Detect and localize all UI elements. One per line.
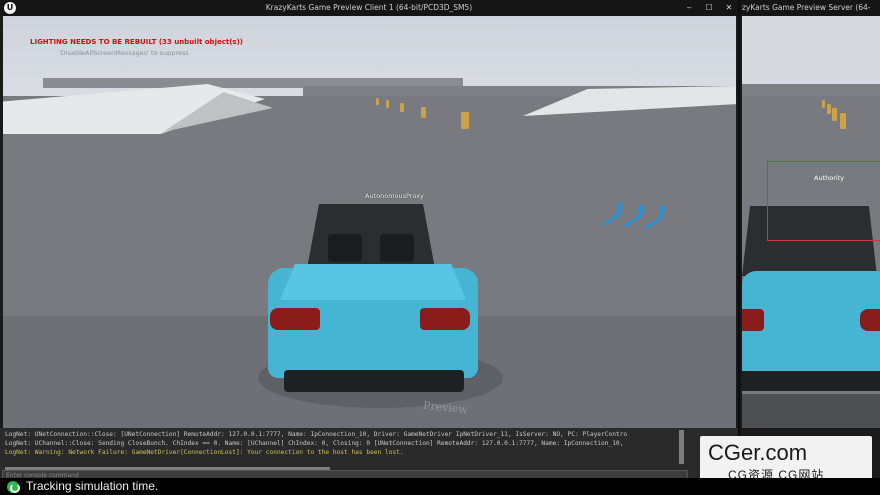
kart-seat	[328, 234, 362, 262]
cone	[400, 103, 404, 112]
autonomous-proxy-label: AutonomousProxy	[365, 192, 424, 200]
maximize-icon[interactable]: ☐	[704, 3, 714, 12]
console-log[interactable]: LogNet: UNetConnection::Close: [UNetConn…	[5, 430, 680, 457]
unreal-logo-icon: U	[4, 2, 16, 14]
client-titlebar[interactable]: U KrazyKarts Game Preview Client 1 (64-b…	[0, 0, 738, 16]
game-viewport[interactable]: ❯❯❯ LIGHTING NEEDS TO BE REBUILT (33 unb…	[3, 16, 736, 428]
minimize-icon[interactable]: ‒	[684, 3, 694, 12]
server-window: zyKarts Game Preview Server (64-bit/PCD3…	[738, 0, 880, 478]
cone	[832, 108, 837, 121]
close-icon[interactable]: ✕	[724, 3, 734, 12]
kart-trunk	[280, 264, 466, 300]
server-viewport[interactable]: Authority	[742, 16, 880, 428]
cone	[822, 100, 825, 108]
kart-seat	[380, 234, 414, 262]
kart-bumper	[284, 370, 464, 392]
kart-cabin	[306, 204, 436, 274]
cone	[840, 113, 846, 129]
cone	[386, 100, 389, 108]
track-wall	[742, 84, 880, 96]
server-kart-bumper	[742, 371, 880, 391]
sync-icon	[7, 481, 20, 493]
cone	[376, 98, 379, 105]
cone	[827, 104, 831, 114]
server-shadow-area	[742, 394, 880, 428]
output-console: LogNet: UNetConnection::Close: [UNetConn…	[0, 428, 738, 480]
window-controls: ‒ ☐ ✕	[684, 3, 734, 12]
status-bar: Tracking simulation time.	[0, 478, 880, 495]
lighting-warning: LIGHTING NEEDS TO BE REBUILT (33 unbuilt…	[30, 38, 243, 46]
server-tail-light-left	[742, 309, 764, 331]
tail-light-left	[270, 308, 320, 330]
log-line: LogNet: UChannel::Close: Sending CloseBu…	[5, 440, 624, 447]
log-line: LogNet: UNetConnection::Close: [UNetConn…	[5, 431, 628, 438]
site-logo-main: CGer.com	[708, 440, 808, 465]
authority-label: Authority	[814, 174, 845, 182]
console-vertical-scrollbar[interactable]	[679, 430, 684, 464]
player-kart	[258, 198, 503, 408]
log-line-warning: LogNet: Warning: Network Failure: GameNe…	[5, 449, 404, 456]
tail-light-right	[420, 308, 470, 330]
warning-hint: 'DisableAllScreenMessages' to suppress	[59, 49, 189, 57]
client-window: U KrazyKarts Game Preview Client 1 (64-b…	[0, 0, 738, 480]
authority-bounding-box	[767, 161, 880, 241]
server-tail-light-right	[860, 309, 880, 331]
cone	[421, 107, 426, 118]
cone	[461, 112, 469, 129]
status-text: Tracking simulation time.	[26, 479, 159, 493]
client-window-title: KrazyKarts Game Preview Client 1 (64-bit…	[265, 3, 473, 12]
server-titlebar[interactable]: zyKarts Game Preview Server (64-bit/PCD3…	[740, 0, 880, 28]
